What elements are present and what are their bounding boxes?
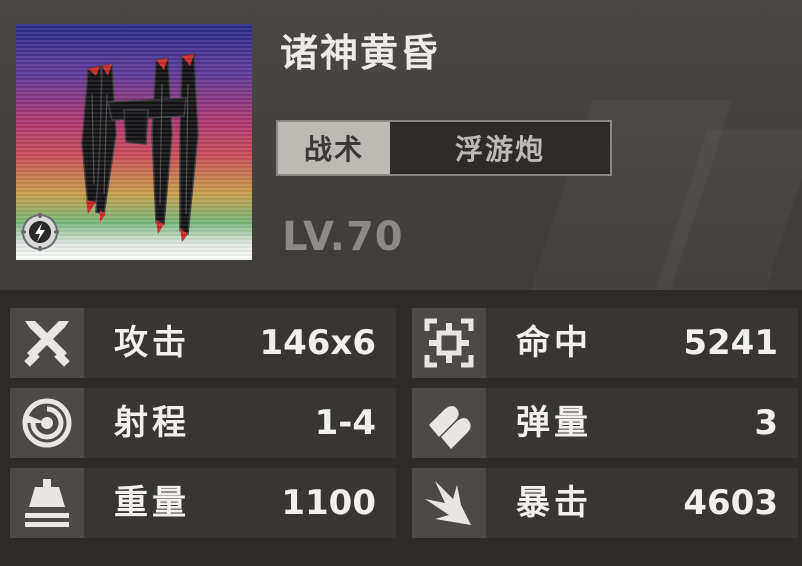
equipment-type: 浮游炮	[390, 122, 610, 174]
stat-label: 弹量	[516, 403, 592, 443]
equipment-category: 战术	[278, 122, 390, 174]
weight-icon	[10, 468, 84, 538]
stat-value: 1-4	[314, 403, 376, 443]
radar-icon	[10, 388, 84, 458]
equipment-header: 诸神黄昏 战术 浮游炮 LV.70	[0, 0, 802, 290]
stat-label: 命中	[516, 323, 592, 363]
stat-weight: 重量 1100	[10, 468, 396, 538]
lightning-badge-icon	[21, 213, 59, 251]
crosshair-icon	[412, 308, 486, 378]
stat-attack: 攻击 146x6	[10, 308, 396, 378]
stat-range: 射程 1-4	[10, 388, 396, 458]
stat-ammo: 弹量 3	[412, 388, 798, 458]
stat-label: 攻击	[114, 323, 190, 363]
bullets-icon	[412, 388, 486, 458]
critical-burst-icon	[412, 468, 486, 538]
equipment-name: 诸神黄昏	[280, 31, 441, 75]
stat-critical: 暴击 4603	[412, 468, 798, 538]
crossed-swords-icon	[10, 308, 84, 378]
stat-value: 1100	[281, 483, 376, 523]
stat-value: 3	[754, 403, 778, 443]
stat-label: 暴击	[516, 483, 592, 523]
stat-accuracy: 命中 5241	[412, 308, 798, 378]
equipment-level: LV.70	[282, 214, 404, 260]
stat-label: 重量	[114, 483, 190, 523]
stat-value: 4603	[683, 483, 778, 523]
stat-value: 5241	[683, 323, 778, 363]
equipment-type-box: 战术 浮游炮	[276, 120, 612, 176]
stats-panel: 攻击 146x6 命中 5241 射程 1-4 弹量 3 重量 1100 暴击 …	[0, 300, 802, 566]
stat-value: 146x6	[259, 323, 376, 363]
stat-label: 射程	[114, 403, 190, 443]
